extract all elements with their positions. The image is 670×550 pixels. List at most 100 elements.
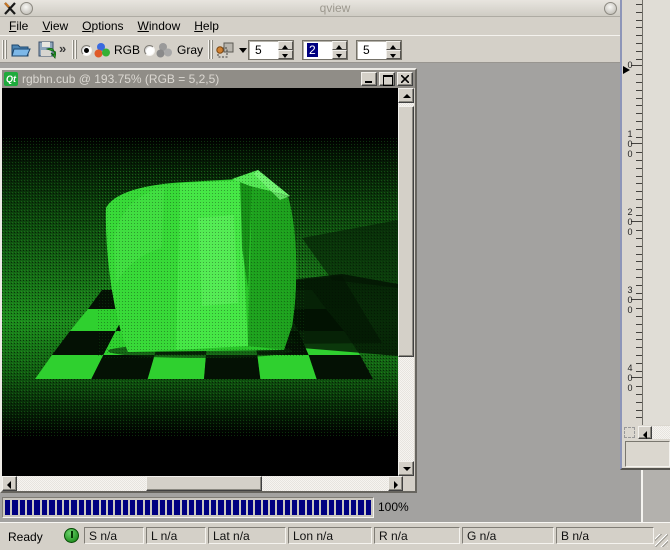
- band-spinbox-2-value[interactable]: 2: [307, 43, 318, 57]
- toolbar-overflow-chevron[interactable]: »: [59, 41, 66, 56]
- ruler-window-content: [643, 0, 670, 425]
- ruler-unit-label: 300: [625, 285, 634, 315]
- ruler-minor-tick: [636, 105, 642, 106]
- progress-percent-label: 100%: [378, 500, 409, 514]
- close-icon: [401, 75, 409, 83]
- ruler-minor-tick: [636, 324, 642, 325]
- gray-radio[interactable]: [144, 45, 155, 56]
- progress-segment: [329, 500, 334, 515]
- menu-help[interactable]: Help: [187, 18, 226, 34]
- arrow-left-icon: [7, 481, 11, 489]
- ruler-minor-tick: [636, 152, 642, 153]
- menu-window[interactable]: Window: [131, 18, 188, 34]
- status-cell: G n/a: [462, 527, 554, 544]
- menubar: FileViewOptionsWindowHelp: [0, 17, 670, 35]
- ruler-horizontal-scrollbar[interactable]: [652, 426, 670, 439]
- menu-view[interactable]: View: [35, 18, 75, 34]
- ruler-window[interactable]: 0100200300400: [620, 0, 670, 470]
- ruler-minor-tick: [636, 394, 642, 395]
- menu-file[interactable]: File: [2, 18, 35, 34]
- status-green-indicator-icon[interactable]: [64, 528, 79, 543]
- spin-down-button[interactable]: [386, 50, 401, 59]
- spin-up-button[interactable]: [332, 41, 347, 50]
- resize-grip[interactable]: [655, 534, 668, 547]
- progress-segment: [351, 500, 356, 515]
- scroll-up-button[interactable]: [398, 88, 414, 103]
- progress-segment: [204, 500, 209, 515]
- band-link-dropdown-arrow[interactable]: [239, 48, 247, 53]
- progress-segment: [182, 500, 187, 515]
- progress-segment: [366, 500, 371, 515]
- ruler-minor-tick: [636, 20, 642, 21]
- scroll-down-button[interactable]: [398, 461, 414, 476]
- rgb-radio[interactable]: [81, 45, 92, 56]
- progress-segment: [314, 500, 319, 515]
- band-spinbox-2[interactable]: 2: [302, 40, 348, 60]
- checker-square: [257, 355, 316, 379]
- save-button[interactable]: [35, 38, 59, 61]
- band-spinbox-3-value[interactable]: 5: [361, 43, 372, 57]
- progress-segment: [71, 500, 76, 515]
- gray-label[interactable]: Gray: [177, 43, 203, 57]
- progress-segment: [248, 500, 253, 515]
- toolbar-separator[interactable]: [72, 40, 77, 59]
- save-icon: [38, 41, 56, 59]
- ruler-minor-tick: [636, 339, 642, 340]
- vertical-scrollbar[interactable]: [398, 88, 414, 476]
- horizontal-scrollbar[interactable]: [2, 476, 403, 491]
- progress-segment: [241, 500, 246, 515]
- spin-down-button[interactable]: [332, 50, 347, 59]
- scroll-right-button[interactable]: [388, 476, 403, 491]
- viewer-titlebar[interactable]: Qt rgbhn.cub @ 193.75% (RGB = 5,2,5): [2, 70, 415, 88]
- band-spinbox-1-value[interactable]: 5: [253, 43, 264, 57]
- horizontal-scroll-thumb[interactable]: [146, 476, 262, 491]
- titlebar-button-right[interactable]: [604, 2, 617, 15]
- image-canvas[interactable]: [2, 88, 398, 476]
- ruler-position-marker: [623, 66, 630, 74]
- ruler-minor-tick: [636, 137, 642, 138]
- minimize-button[interactable]: [361, 72, 377, 86]
- maximize-button[interactable]: [379, 72, 395, 86]
- spin-down-button[interactable]: [278, 50, 293, 59]
- ruler-minor-tick: [636, 332, 642, 333]
- ruler-minor-tick: [636, 199, 642, 200]
- spin-up-button[interactable]: [386, 41, 401, 50]
- vertical-scroll-thumb[interactable]: [398, 106, 414, 357]
- ruler-minor-tick: [636, 402, 642, 403]
- progress-segment: [93, 500, 98, 515]
- arrow-right-icon: [394, 481, 398, 489]
- viewer-title-text: rgbhn.cub @ 193.75% (RGB = 5,2,5): [22, 72, 359, 86]
- progress-segment: [196, 500, 201, 515]
- rgb-label[interactable]: RGB: [114, 43, 140, 57]
- band-spinbox-3[interactable]: 5: [356, 40, 402, 60]
- rgb-bands-icon: [94, 42, 112, 59]
- ruler-minor-tick: [636, 35, 642, 36]
- menu-options[interactable]: Options: [75, 18, 130, 34]
- band-spinbox-1[interactable]: 5: [248, 40, 294, 60]
- progress-segment: [79, 500, 84, 515]
- ruler-minor-tick: [636, 215, 642, 216]
- progress-segment: [123, 500, 128, 515]
- ruler-unit-label: 200: [625, 207, 634, 237]
- viewer-window[interactable]: Qt rgbhn.cub @ 193.75% (RGB = 5,2,5): [0, 68, 417, 493]
- progress-segment: [189, 500, 194, 515]
- progress-segment: [137, 500, 142, 515]
- close-button[interactable]: [397, 72, 413, 86]
- ruler-minor-tick: [636, 4, 642, 5]
- ruler-minor-tick: [636, 230, 642, 231]
- ruler-minor-tick: [636, 183, 642, 184]
- status-cell: B n/a: [556, 527, 654, 544]
- band-link-button[interactable]: [213, 38, 237, 61]
- main-titlebar[interactable]: qview: [0, 0, 670, 17]
- ruler-minor-tick: [636, 51, 642, 52]
- ruler-scroll-left-button[interactable]: [638, 426, 652, 439]
- ruler-minor-tick: [636, 308, 642, 309]
- spin-up-button[interactable]: [278, 41, 293, 50]
- status-cell: Lon n/a: [288, 527, 372, 544]
- toolbar-handle[interactable]: [2, 40, 7, 59]
- progress-segment: [152, 500, 157, 515]
- scroll-left-button[interactable]: [2, 476, 17, 491]
- open-file-button[interactable]: [9, 38, 33, 61]
- ruler-minor-tick: [636, 363, 642, 364]
- ruler-minor-tick: [636, 293, 642, 294]
